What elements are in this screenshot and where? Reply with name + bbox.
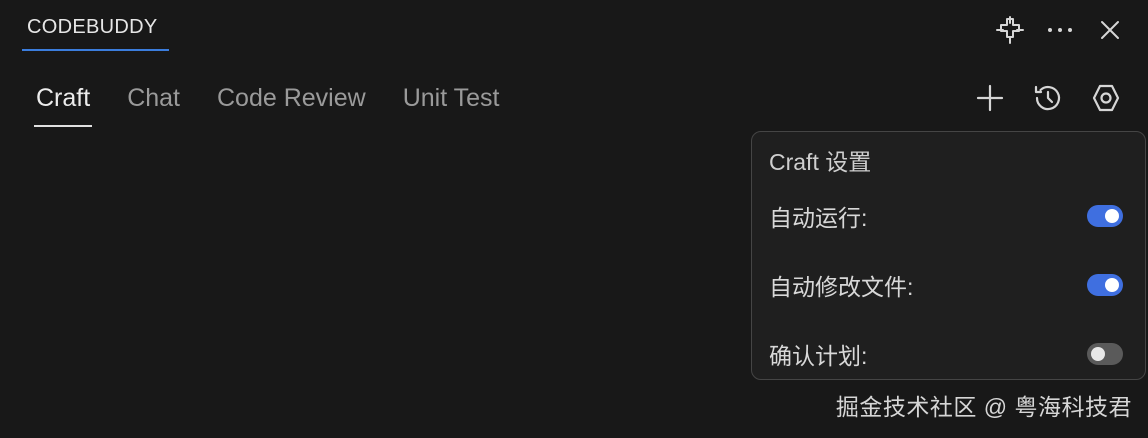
popup-title: Craft 设置 [769, 149, 872, 175]
confirm-plan-toggle[interactable] [1087, 343, 1123, 365]
toolbar-actions [972, 80, 1124, 116]
history-icon[interactable] [1030, 80, 1066, 116]
agent-icon[interactable] [992, 12, 1028, 48]
panel-title-underline [22, 49, 169, 51]
setting-auto-run: 自动运行: [769, 199, 1123, 233]
tab-bar: Craft Chat Code Review Unit Test [33, 84, 537, 127]
setting-confirm-plan: 确认计划: [769, 337, 1123, 371]
settings-icon[interactable] [1088, 80, 1124, 116]
codebuddy-panel: CODEBUDDY Craft Chat Code Review Unit Te… [0, 0, 1148, 438]
toggle-knob [1105, 209, 1119, 223]
watermark: 掘金技术社区 @ 粤海科技君 [835, 394, 1132, 420]
more-icon[interactable] [1042, 12, 1078, 48]
close-icon[interactable] [1092, 12, 1128, 48]
tab-craft[interactable]: Craft [33, 84, 93, 127]
tab-code-review[interactable]: Code Review [217, 84, 366, 127]
panel-title: CODEBUDDY [27, 16, 158, 38]
header-actions [992, 12, 1128, 48]
setting-label: 自动运行: [769, 205, 868, 231]
setting-label: 确认计划: [769, 343, 868, 369]
add-icon[interactable] [972, 80, 1008, 116]
setting-auto-modify-files: 自动修改文件: [769, 268, 1123, 302]
toggle-knob [1105, 278, 1119, 292]
tab-unit-test[interactable]: Unit Test [403, 84, 500, 127]
toggle-knob [1091, 347, 1105, 361]
tab-chat[interactable]: Chat [127, 84, 180, 127]
auto-modify-files-toggle[interactable] [1087, 274, 1123, 296]
auto-run-toggle[interactable] [1087, 205, 1123, 227]
setting-label: 自动修改文件: [769, 274, 914, 300]
craft-settings-popup: Craft 设置 自动运行: 自动修改文件: 确认计划: [751, 131, 1146, 380]
